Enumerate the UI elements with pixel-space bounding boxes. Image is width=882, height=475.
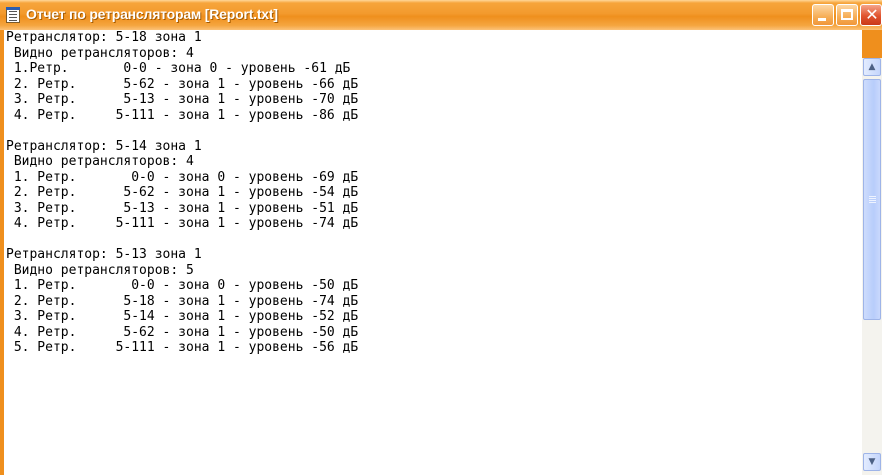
report-window: Отчет по ретрансляторам [Report.txt] ✕ Р… — [0, 0, 882, 475]
scroll-up-button[interactable]: ▲ — [863, 58, 881, 76]
report-line: 3. Ретр. 5-13 - зона 1 - уровень -51 дБ — [6, 200, 359, 216]
scroll-down-button[interactable]: ▼ — [863, 453, 881, 471]
report-line: 4. Ретр. 5-111 - зона 1 - уровень -74 дБ — [6, 216, 359, 231]
scrollbar-top-edge — [862, 30, 882, 58]
arrow-down-icon: ▼ — [868, 457, 876, 467]
maximize-button[interactable] — [836, 4, 858, 26]
minimize-button[interactable] — [812, 4, 834, 26]
report-line: Ретранслятор: 5-18 зона 1 — [6, 30, 202, 45]
text-document-icon — [6, 7, 20, 23]
maximize-icon — [841, 9, 853, 20]
report-line: 4. Ретр. 5-111 - зона 1 - уровень -86 дБ — [6, 107, 359, 123]
report-line: 2. Ретр. 5-18 - зона 1 - уровень -74 дБ — [6, 293, 359, 309]
report-line: 1.Ретр. 0-0 - зона 0 - уровень -61 дБ — [6, 61, 351, 76]
report-line: 3. Ретр. 5-13 - зона 1 - уровень -70 дБ — [6, 92, 359, 107]
window-title: Отчет по ретрансляторам [Report.txt] — [26, 6, 278, 22]
report-content: Ретранслятор: 5-18 зона 1 Видно ретрансл… — [0, 30, 862, 475]
report-line: 4. Ретр. 5-62 - зона 1 - уровень -50 дБ — [6, 324, 359, 340]
report-line: Видно ретрансляторов: 4 — [6, 154, 194, 169]
scrollbar-thumb[interactable] — [863, 79, 881, 320]
report-text-area[interactable]: Ретранслятор: 5-18 зона 1 Видно ретрансл… — [6, 30, 862, 475]
report-line: 2. Ретр. 5-62 - зона 1 - уровень -66 дБ — [6, 76, 359, 92]
report-line: 2. Ретр. 5-62 - зона 1 - уровень -54 дБ — [6, 185, 359, 200]
minimize-icon — [818, 18, 826, 21]
report-line: 1. Ретр. 0-0 - зона 0 - уровень -50 дБ — [6, 278, 359, 293]
report-line: Видно ретрансляторов: 4 — [6, 45, 194, 61]
title-bar[interactable]: Отчет по ретрансляторам [Report.txt] ✕ — [0, 0, 882, 30]
vertical-scrollbar[interactable]: ▲ ▼ — [862, 30, 882, 475]
report-line: Ретранслятор: 5-14 зона 1 — [6, 138, 202, 154]
report-line: 3. Ретр. 5-14 - зона 1 - уровень -52 дБ — [6, 309, 359, 324]
arrow-up-icon: ▲ — [868, 62, 876, 72]
report-line: 5. Ретр. 5-111 - зона 1 - уровень -56 дБ — [6, 340, 359, 355]
close-button[interactable]: ✕ — [860, 4, 882, 26]
grip-icon — [869, 196, 876, 197]
report-line: Видно ретрансляторов: 5 — [6, 262, 194, 278]
close-icon: ✕ — [865, 5, 879, 24]
report-line: Ретранслятор: 5-13 зона 1 — [6, 247, 202, 262]
report-line: 1. Ретр. 0-0 - зона 0 - уровень -69 дБ — [6, 169, 359, 185]
